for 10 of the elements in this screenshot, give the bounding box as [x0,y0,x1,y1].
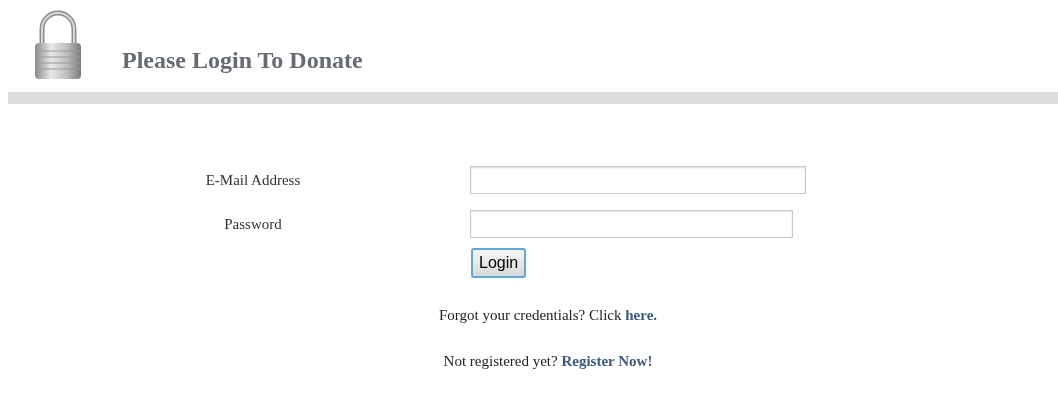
field-label: E-Mail Address [204,171,302,189]
field-label: Password [223,215,283,233]
help-text: Not registered yet? Register Now! [442,352,654,371]
text-link[interactable]: Register Now! [561,353,653,369]
password-field[interactable] [470,210,793,238]
page-title: Please Login To Donate [122,45,363,74]
email-field[interactable] [470,166,806,194]
login-button[interactable]: Login [471,248,527,278]
help-text: Forgot your credentials? Click here. [437,306,659,325]
text-link[interactable]: here. [625,307,658,323]
